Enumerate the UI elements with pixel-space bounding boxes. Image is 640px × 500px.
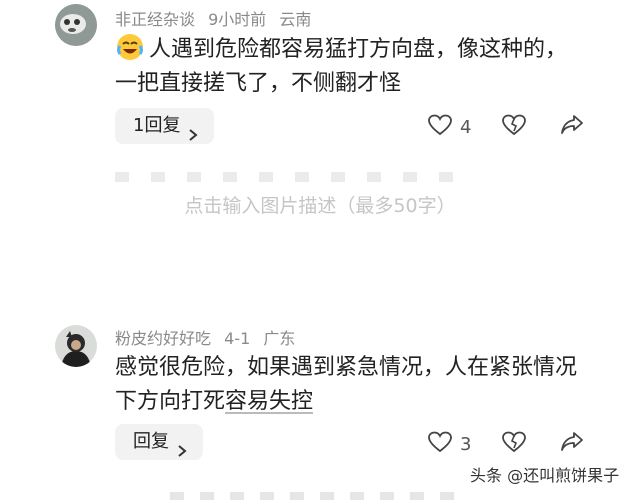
- heart-icon: [428, 431, 452, 457]
- like-button[interactable]: 3: [428, 431, 482, 457]
- comment-meta: 非正经杂谈 9小时前 云南: [115, 6, 319, 30]
- laughing-crying-emoji-icon: [115, 32, 145, 62]
- dislike-button[interactable]: [502, 114, 526, 140]
- timestamp: 4-1: [224, 329, 251, 348]
- comment-text: 人遇到危险都容易猛打方向盘，像这种的，一把直接搓飞了，不侧翻才怪: [115, 32, 585, 101]
- like-button[interactable]: 4: [428, 114, 482, 140]
- avatar[interactable]: [55, 325, 97, 367]
- username[interactable]: 非正经杂谈: [115, 10, 195, 29]
- dislike-button[interactable]: [502, 431, 526, 457]
- like-count: 4: [460, 116, 472, 138]
- blurred-text-remnant: [115, 172, 475, 182]
- timestamp: 9小时前: [208, 10, 267, 29]
- photo-caption-placeholder[interactable]: 点击输入图片描述（最多50字）: [0, 191, 640, 218]
- reply-label: 1回复: [133, 115, 181, 136]
- watermark: 头条 @还叫煎饼果子: [470, 466, 620, 485]
- username[interactable]: 粉皮约好好吃: [115, 329, 211, 348]
- chevron-right-icon: [175, 435, 189, 457]
- comment-actions: 3: [428, 431, 584, 457]
- like-count: 3: [460, 433, 472, 455]
- share-button[interactable]: [560, 114, 584, 140]
- share-icon: [560, 431, 584, 457]
- comment-text-content: 感觉很危险，如果遇到紧急情况，人在紧张情况下方向打死: [115, 355, 578, 414]
- share-button[interactable]: [560, 431, 584, 457]
- chevron-right-icon: [186, 119, 200, 141]
- location: 广东: [263, 329, 296, 348]
- broken-heart-icon: [502, 431, 526, 457]
- comment-text: 感觉很危险，如果遇到紧急情况，人在紧张情况下方向打死容易失控: [115, 351, 585, 419]
- reply-button[interactable]: 回复: [115, 424, 203, 460]
- reply-label: 回复: [133, 431, 169, 452]
- broken-heart-icon: [502, 114, 526, 140]
- blurred-caption-remnant: [170, 492, 470, 500]
- heart-icon: [428, 114, 452, 140]
- comment-actions: 4: [428, 114, 584, 140]
- comment-text-content: 人遇到危险都容易猛打方向盘，像这种的，一把直接搓飞了，不侧翻才怪: [115, 37, 568, 96]
- comment-meta: 粉皮约好好吃 4-1 广东: [115, 325, 303, 349]
- avatar[interactable]: [55, 4, 97, 46]
- share-icon: [560, 114, 584, 140]
- location: 云南: [279, 10, 312, 29]
- reply-button[interactable]: 1回复: [115, 108, 215, 144]
- underlined-phrase: 容易失控: [225, 389, 314, 414]
